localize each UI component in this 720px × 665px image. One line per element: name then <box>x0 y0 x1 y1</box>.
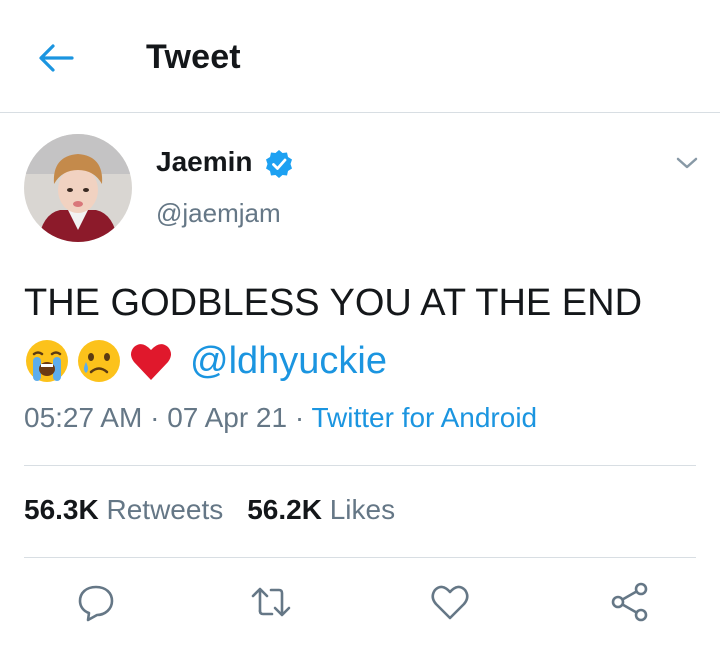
retweets-count: 56.3K <box>24 494 99 525</box>
page-title: Tweet <box>146 38 241 76</box>
meta-separator: · <box>142 402 168 433</box>
mention-link[interactable]: @ldhyuckie <box>190 332 387 390</box>
crying-face-icon <box>78 340 120 382</box>
meta-separator: · <box>287 402 312 433</box>
verified-badge-icon <box>266 150 292 178</box>
retweets-stat[interactable]: 56.3K Retweets <box>24 494 223 525</box>
like-icon[interactable] <box>426 578 474 626</box>
likes-label: Likes <box>329 494 396 525</box>
tweet-source-link[interactable]: Twitter for Android <box>311 402 537 433</box>
engagement-stats: 56.3K Retweets 56.2K Likes <box>24 494 395 526</box>
tweet-text: THE GODBLESS YOU AT THE END @ldhyuckie <box>24 274 704 390</box>
retweets-label: Retweets <box>106 494 224 525</box>
likes-stat[interactable]: 56.2K Likes <box>247 494 395 525</box>
chevron-down-icon[interactable] <box>674 152 700 174</box>
author-handle[interactable]: @jaemjam <box>156 198 281 229</box>
divider <box>24 557 696 558</box>
red-heart-icon <box>131 344 171 380</box>
divider <box>24 465 696 466</box>
reply-icon[interactable] <box>72 578 120 626</box>
avatar[interactable] <box>24 134 132 242</box>
likes-count: 56.2K <box>247 494 322 525</box>
retweet-icon[interactable] <box>247 578 295 626</box>
back-arrow-icon[interactable] <box>36 40 76 76</box>
loudly-crying-face-icon <box>26 340 68 382</box>
app-header: Tweet <box>0 0 720 113</box>
share-icon[interactable] <box>606 578 654 626</box>
tweet-actions <box>0 578 720 626</box>
tweet-meta: 05:27 AM · 07 Apr 21 · Twitter for Andro… <box>24 402 537 434</box>
tweet-date: 07 Apr 21 <box>167 402 288 433</box>
tweet-text-line: THE GODBLESS YOU AT THE END <box>24 282 643 324</box>
tweet-time: 05:27 AM <box>24 402 143 433</box>
author-name[interactable]: Jaemin <box>156 146 253 178</box>
tweet-text-line: @ldhyuckie <box>24 332 704 390</box>
